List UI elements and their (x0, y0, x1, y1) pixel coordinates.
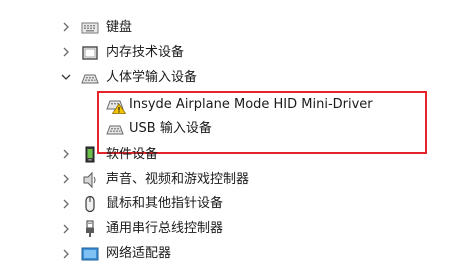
chevron-right-icon[interactable] (60, 148, 72, 160)
tree-item-label: 通用串行总线控制器 (106, 221, 224, 236)
tree-item-label: 软件设备 (106, 147, 159, 162)
chevron-right-icon[interactable] (60, 21, 72, 33)
usb-icon (81, 220, 99, 238)
chevron-right-icon[interactable] (60, 173, 72, 185)
chevron-right-icon[interactable] (60, 198, 72, 210)
memory-device-icon (81, 44, 99, 62)
speaker-icon (81, 171, 99, 189)
device-tree: 键盘 内存技术设备 人体学输入设备 Insyde Airplane Mode H… (0, 0, 462, 264)
software-device-icon (81, 146, 99, 164)
tree-item-label: 鼠标和其他指针设备 (106, 196, 224, 211)
mouse-icon (81, 195, 99, 213)
tree-item-label: 内存技术设备 (106, 45, 185, 60)
tree-item-label: 声音、视频和游戏控制器 (106, 172, 250, 187)
chevron-right-icon[interactable] (60, 46, 72, 58)
hid-icon (81, 69, 99, 87)
chevron-right-icon[interactable] (60, 223, 72, 235)
keyboard-icon (81, 19, 99, 37)
chevron-right-icon[interactable] (60, 248, 72, 260)
chevron-down-icon[interactable] (60, 71, 72, 83)
highlight-annotation-box (97, 91, 427, 154)
network-adapter-icon (81, 245, 99, 263)
tree-item-label: 网络适配器 (106, 246, 172, 261)
tree-item-label: 人体学输入设备 (106, 70, 198, 85)
tree-item-label: 键盘 (106, 20, 133, 35)
